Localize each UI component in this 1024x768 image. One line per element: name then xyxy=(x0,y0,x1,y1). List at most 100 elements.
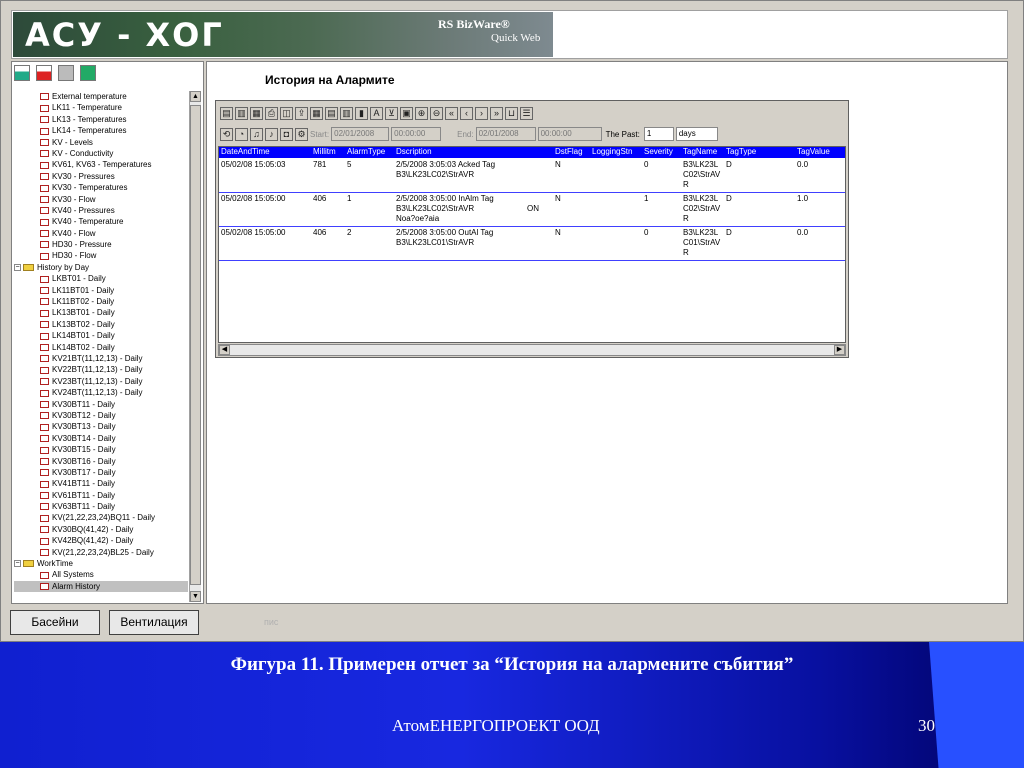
tree-item[interactable]: KV22BT(11,12,13) - Daily xyxy=(14,364,188,375)
tree-item[interactable]: KV30BQ(41,42) - Daily xyxy=(14,524,188,535)
tree-item[interactable]: HD30 - Pressure xyxy=(14,239,188,250)
scroll-right-arrow-icon[interactable]: ▶ xyxy=(834,345,845,355)
column-header[interactable]: LoggingStn xyxy=(592,147,632,157)
copy-icon[interactable]: ▤ xyxy=(220,106,233,120)
expand-toggle-icon[interactable]: − xyxy=(14,560,21,568)
first-page-icon[interactable]: « xyxy=(445,106,458,120)
tree-item[interactable]: KV - Conductivity xyxy=(14,148,188,159)
end-time-field[interactable]: 00:00:00 xyxy=(537,127,602,141)
tree-item[interactable]: KV40 - Pressures xyxy=(14,205,188,216)
bell-icon[interactable]: ♫ xyxy=(250,127,263,141)
column-header[interactable]: TagValue xyxy=(797,147,830,157)
column-header[interactable]: TagName xyxy=(683,147,717,157)
tree-scrollbar[interactable]: ▲ ▼ xyxy=(189,91,201,602)
start-date-field[interactable]: 02/01/2008 xyxy=(331,127,390,141)
tree-item[interactable]: All Systems xyxy=(14,569,188,580)
tree-item[interactable]: HD30 - Flow xyxy=(14,250,188,261)
past-value-field[interactable]: 1 xyxy=(643,127,674,141)
chart-icon[interactable]: ▮ xyxy=(355,106,368,120)
prev-page-icon[interactable]: ‹ xyxy=(460,106,473,120)
past-unit-select[interactable]: days xyxy=(675,127,718,141)
tree-item[interactable]: KV30BT14 - Daily xyxy=(14,433,188,444)
tree-item[interactable]: LK14BT01 - Daily xyxy=(14,330,188,341)
print-icon[interactable]: ⎙ xyxy=(265,106,278,120)
tree-item[interactable]: KV24BT(11,12,13) - Daily xyxy=(14,387,188,398)
column-header[interactable]: AlarmType xyxy=(347,147,385,157)
database-icon[interactable]: ▣ xyxy=(400,106,413,120)
tree-item[interactable]: Alarm History xyxy=(14,580,188,593)
tree-item[interactable]: KV - Levels xyxy=(14,137,188,148)
tree-item[interactable]: KV30BT11 - Daily xyxy=(14,399,188,410)
table-row[interactable]: 05/02/08 15:05:00 406 1 2/5/2008 3:05:00 In… xyxy=(219,193,845,227)
tree-item[interactable]: KV30 - Flow xyxy=(14,194,188,205)
tree-item[interactable]: LKBT01 - Daily xyxy=(14,273,188,284)
save-icon[interactable]: ▦ xyxy=(250,106,263,120)
tree-item[interactable]: KV30 - Pressures xyxy=(14,171,188,182)
clock-icon[interactable]: ◔ xyxy=(235,127,248,141)
print-preview-icon[interactable]: ◫ xyxy=(280,106,293,120)
tree-item[interactable]: LK13BT02 - Daily xyxy=(14,319,188,330)
split-icon[interactable]: ⊔ xyxy=(505,106,518,120)
properties-icon[interactable]: ☰ xyxy=(520,106,533,120)
font-icon[interactable]: A xyxy=(370,106,383,120)
print-icon[interactable] xyxy=(58,65,74,81)
refresh-icon[interactable] xyxy=(80,65,96,81)
start-time-field[interactable]: 00:00:00 xyxy=(391,127,442,141)
tree-folder[interactable]: − History by Day xyxy=(14,262,188,273)
tree-item[interactable]: LK14 - Temperatures xyxy=(14,125,188,136)
tree-item[interactable]: KV30BT12 - Daily xyxy=(14,410,188,421)
scroll-down-arrow-icon[interactable]: ▼ xyxy=(190,591,201,602)
tree-item[interactable]: External temperature xyxy=(14,91,188,102)
tree-item[interactable]: LK11BT02 - Daily xyxy=(14,296,188,307)
next-page-icon[interactable]: › xyxy=(475,106,488,120)
tree-item[interactable]: KV40 - Temperature xyxy=(14,216,188,227)
pools-button[interactable]: Басейни xyxy=(10,610,100,635)
column-header[interactable]: DstFlag xyxy=(555,147,583,157)
end-date-field[interactable]: 02/01/2008 xyxy=(475,127,536,141)
table-row[interactable]: 05/02/08 15:05:03 781 5 2/5/2008 3:05:03 Ac… xyxy=(219,159,845,193)
tree-item[interactable]: LK11 - Temperature xyxy=(14,102,188,113)
grid-icon[interactable]: ▦ xyxy=(310,106,323,120)
tree-item[interactable]: KV(21,22,23,24)BQ11 - Daily xyxy=(14,512,188,523)
column-header[interactable]: TagType xyxy=(726,147,756,157)
scroll-thumb[interactable] xyxy=(190,105,201,585)
zoom-in-icon[interactable]: ⊕ xyxy=(415,106,428,120)
tree-item[interactable]: KV30BT16 - Daily xyxy=(14,456,188,467)
alarm-icon[interactable]: ♪ xyxy=(265,127,278,141)
query-icon[interactable]: ⟲ xyxy=(220,127,233,141)
column-header[interactable]: Dscription xyxy=(396,147,432,157)
columns-icon[interactable]: ▥ xyxy=(340,106,353,120)
zoom-out-icon[interactable]: ⊖ xyxy=(430,106,443,120)
tree-item[interactable]: KV30BT17 - Daily xyxy=(14,467,188,478)
filter-icon[interactable]: ⊻ xyxy=(385,106,398,120)
tree-item[interactable]: KV30BT13 - Daily xyxy=(14,421,188,432)
tree-item[interactable]: LK14BT02 - Daily xyxy=(14,342,188,353)
tree-item[interactable]: LK11BT01 - Daily xyxy=(14,285,188,296)
export-icon[interactable]: ⇪ xyxy=(295,106,308,120)
tree-item[interactable]: LK13 - Temperatures xyxy=(14,114,188,125)
expand-toggle-icon[interactable]: − xyxy=(14,264,21,272)
chart-up-icon[interactable] xyxy=(14,65,30,81)
tree-item[interactable]: KV(21,22,23,24)BL25 - Daily xyxy=(14,547,188,558)
tree-item[interactable]: KV40 - Flow xyxy=(14,228,188,239)
ack-icon[interactable]: ◘ xyxy=(280,127,293,141)
tree-item[interactable]: LK13BT01 - Daily xyxy=(14,307,188,318)
paste-icon[interactable]: ▥ xyxy=(235,106,248,120)
tree-item[interactable]: KV41BT11 - Daily xyxy=(14,478,188,489)
column-header[interactable]: Millitm xyxy=(313,147,336,157)
tree-item[interactable]: KV30BT15 - Daily xyxy=(14,444,188,455)
tree-item[interactable]: KV42BQ(41,42) - Daily xyxy=(14,535,188,546)
tree-item[interactable]: KV61, KV63 - Temperatures xyxy=(14,159,188,170)
last-page-icon[interactable]: » xyxy=(490,106,503,120)
column-header[interactable]: DateAndTime xyxy=(221,147,270,157)
tree-item[interactable]: KV21BT(11,12,13) - Daily xyxy=(14,353,188,364)
tree-folder[interactable]: − WorkTime xyxy=(14,558,188,569)
table-row[interactable]: 05/02/08 15:05:00 406 2 2/5/2008 3:05:00 Ou… xyxy=(219,227,845,261)
tree-item[interactable]: KV61BT11 - Daily xyxy=(14,490,188,501)
scroll-up-arrow-icon[interactable]: ▲ xyxy=(190,91,201,102)
table-icon[interactable]: ▤ xyxy=(325,106,338,120)
tree-item[interactable]: KV30 - Temperatures xyxy=(14,182,188,193)
table-horizontal-scrollbar[interactable]: ◀ ▶ xyxy=(218,344,846,356)
ventilation-button[interactable]: Вентилация xyxy=(109,610,199,635)
chart-alarm-icon[interactable] xyxy=(36,65,52,81)
